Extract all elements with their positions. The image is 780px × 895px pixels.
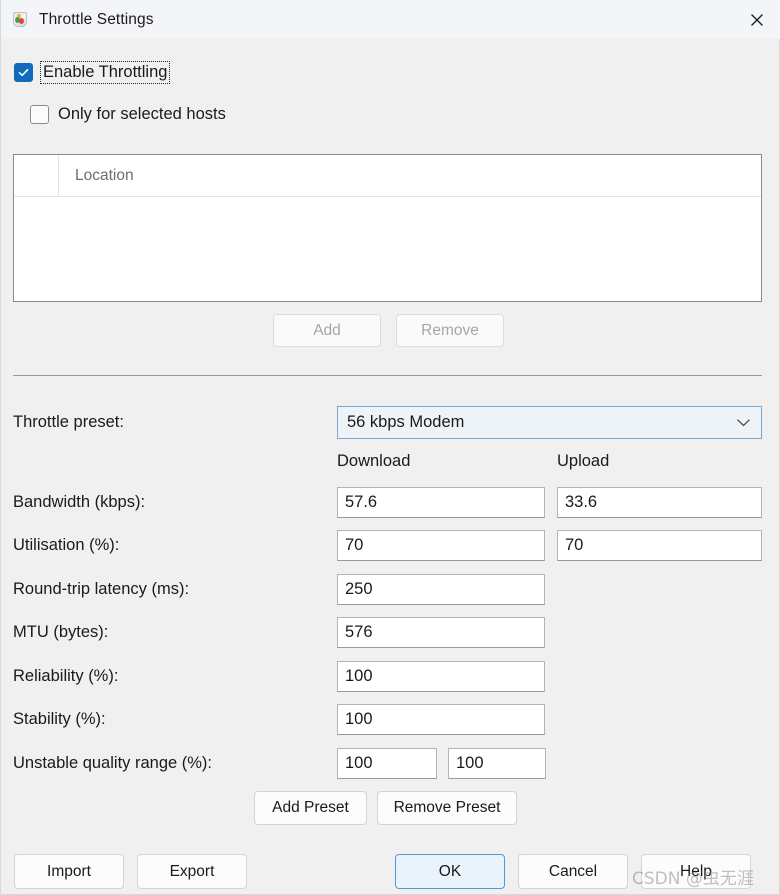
download-column-header: Download — [337, 452, 411, 470]
mtu-label: MTU (bytes): — [13, 623, 109, 641]
throttle-preset-label: Throttle preset: — [13, 413, 124, 431]
utilisation-download-input[interactable]: 70 — [337, 530, 545, 561]
chevron-down-icon — [736, 413, 751, 432]
utilisation-label: Utilisation (%): — [13, 536, 120, 554]
table-body[interactable] — [14, 197, 761, 301]
ok-button[interactable]: OK — [395, 854, 505, 889]
table-header-location: Location — [75, 166, 134, 184]
throttle-settings-dialog: Throttle Settings Enable Throttling Only… — [0, 0, 780, 895]
unstable-quality-range-min-input[interactable]: 100 — [337, 748, 437, 779]
remove-button[interactable]: Remove — [396, 314, 504, 347]
bandwidth-label: Bandwidth (kbps): — [13, 493, 146, 511]
only-selected-hosts-label: Only for selected hosts — [58, 105, 226, 123]
title-bar: Throttle Settings — [1, 0, 780, 39]
stability-input[interactable]: 100 — [337, 704, 545, 735]
upload-column-header: Upload — [557, 452, 610, 470]
stability-label: Stability (%): — [13, 710, 106, 728]
add-preset-button[interactable]: Add Preset — [254, 791, 367, 825]
only-selected-hosts-checkbox-row[interactable]: Only for selected hosts — [30, 105, 226, 124]
enable-throttling-label: Enable Throttling — [39, 61, 171, 84]
unstable-quality-range-max-input[interactable]: 100 — [448, 748, 546, 779]
bandwidth-download-input[interactable]: 57.6 — [337, 487, 545, 518]
export-button[interactable]: Export — [137, 854, 247, 889]
round-trip-latency-label: Round-trip latency (ms): — [13, 580, 190, 598]
charles-proxy-icon — [11, 11, 29, 29]
enable-throttling-checkbox-row[interactable]: Enable Throttling — [14, 61, 171, 84]
help-button[interactable]: Help — [641, 854, 751, 889]
reliability-input[interactable]: 100 — [337, 661, 545, 692]
table-header-checkbox-column — [14, 155, 59, 196]
cancel-button[interactable]: Cancel — [518, 854, 628, 889]
section-divider — [13, 375, 762, 376]
utilisation-upload-input[interactable]: 70 — [557, 530, 762, 561]
locations-table[interactable]: Location — [13, 154, 762, 302]
add-button[interactable]: Add — [273, 314, 381, 347]
import-button[interactable]: Import — [14, 854, 124, 889]
throttle-preset-value: 56 kbps Modem — [347, 413, 465, 431]
preset-action-buttons: Add Preset Remove Preset — [254, 791, 517, 825]
throttle-preset-select[interactable]: 56 kbps Modem — [337, 406, 762, 439]
bandwidth-upload-input[interactable]: 33.6 — [557, 487, 762, 518]
table-action-buttons: Add Remove — [273, 314, 504, 347]
window-title: Throttle Settings — [39, 10, 154, 28]
mtu-input[interactable]: 576 — [337, 617, 545, 648]
unstable-quality-range-label: Unstable quality range (%): — [13, 754, 213, 772]
reliability-label: Reliability (%): — [13, 667, 119, 685]
table-header-row: Location — [14, 155, 761, 197]
enable-throttling-checkbox[interactable] — [14, 63, 33, 82]
only-selected-hosts-checkbox[interactable] — [30, 105, 49, 124]
round-trip-latency-input[interactable]: 250 — [337, 574, 545, 605]
remove-preset-button[interactable]: Remove Preset — [377, 791, 517, 825]
close-icon[interactable] — [733, 0, 780, 39]
